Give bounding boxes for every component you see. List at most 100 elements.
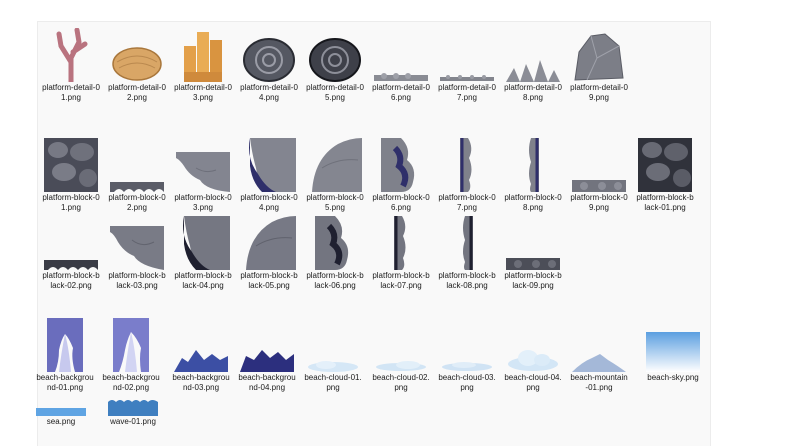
wave-icon (105, 392, 161, 416)
coral-icon (43, 28, 99, 82)
flat-edge-icon (571, 138, 627, 192)
file-item[interactable]: beach-backgrou nd-03.png (168, 318, 234, 393)
file-item[interactable]: beach-cloud-02. png (368, 318, 434, 393)
file-item[interactable]: beach-backgrou nd-01.png (32, 318, 98, 393)
black-curve-icon (241, 216, 297, 270)
file-name: platform-block-b lack-03.png (108, 271, 166, 290)
file-item[interactable]: platform-block-b lack-04.png (170, 216, 236, 291)
file-item[interactable]: platform-block-0 3.png (170, 138, 236, 213)
file-name: platform-block-b lack-07.png (372, 271, 430, 290)
file-name: platform-block-b lack-09.png (504, 271, 562, 290)
file-item[interactable]: beach-cloud-01. png (300, 318, 366, 393)
file-item[interactable]: platform-block-b lack-07.png (368, 216, 434, 291)
file-name: platform-block-0 8.png (504, 193, 562, 212)
file-item[interactable]: beach-mountain -01.png (566, 318, 632, 393)
black-flat-edge-icon (505, 216, 561, 270)
dark-shell-icon (307, 28, 363, 82)
file-item[interactable]: platform-block-0 9.png (566, 138, 632, 213)
file-item[interactable]: platform-detail-0 3.png (170, 28, 236, 103)
file-item[interactable]: platform-block-b lack-06.png (302, 216, 368, 291)
black-scalloped-icon (43, 216, 99, 270)
black-thin-edge-right-icon (439, 216, 495, 270)
file-name: beach-cloud-04. png (504, 373, 562, 392)
file-grid-view: platform-detail-0 1.png platform-detail-… (36, 22, 710, 446)
file-name: beach-cloud-02. png (372, 373, 430, 392)
cloud-3-icon (439, 318, 495, 372)
file-name: platform-detail-0 1.png (42, 83, 100, 102)
file-item[interactable]: platform-block-b lack-02.png (38, 216, 104, 291)
file-name: platform-block-0 7.png (438, 193, 496, 212)
file-item[interactable]: beach-backgrou nd-04.png (234, 318, 300, 393)
file-name: beach-backgrou nd-04.png (238, 373, 296, 392)
spikes-icon (505, 28, 561, 82)
dark-mountains-icon (239, 318, 295, 372)
thin-edge-right-icon (505, 138, 561, 192)
file-item[interactable]: platform-detail-0 8.png (500, 28, 566, 103)
file-item[interactable]: platform-block-b lack-08.png (434, 216, 500, 291)
file-item[interactable]: platform-block-b lack-03.png (104, 216, 170, 291)
pebble-line-icon (439, 28, 495, 82)
black-stone-block-icon (637, 138, 693, 192)
file-name: beach-backgrou nd-02.png (102, 373, 160, 392)
file-item[interactable]: beach-backgrou nd-02.png (98, 318, 164, 393)
file-item[interactable]: platform-detail-0 4.png (236, 28, 302, 103)
file-item[interactable]: beach-sky.png (640, 318, 706, 383)
file-item[interactable]: platform-detail-0 9.png (566, 28, 632, 103)
file-item[interactable]: beach-cloud-04. png (500, 318, 566, 393)
file-name: platform-detail-0 9.png (570, 83, 628, 102)
side-edge-icon (373, 138, 429, 192)
file-item[interactable]: platform-block-0 8.png (500, 138, 566, 213)
file-name: beach-cloud-03. png (438, 373, 496, 392)
black-side-icon (307, 216, 363, 270)
file-item[interactable]: platform-block-0 1.png (38, 138, 104, 213)
orange-coral-icon (175, 28, 231, 82)
file-name: platform-block-b lack-04.png (174, 271, 232, 290)
file-name: platform-block-b lack-05.png (240, 271, 298, 290)
black-corner-bottom-icon (175, 216, 231, 270)
stone-block-icon (43, 138, 99, 192)
black-thin-edge-icon (373, 216, 429, 270)
file-name: platform-block-0 9.png (570, 193, 628, 212)
corner-top-left-icon (175, 138, 231, 192)
file-item[interactable]: wave-01.png (100, 392, 166, 427)
cloud-4-icon (505, 318, 561, 372)
file-name: platform-block-b lack-06.png (306, 271, 364, 290)
file-item[interactable]: platform-block-b lack-09.png (500, 216, 566, 291)
file-item[interactable]: platform-block-0 2.png (104, 138, 170, 213)
file-item[interactable]: platform-detail-0 2.png (104, 28, 170, 103)
scalloped-edge-icon (109, 138, 165, 192)
file-name: platform-block-0 6.png (372, 193, 430, 212)
file-name: platform-block-0 1.png (42, 193, 100, 212)
file-item[interactable]: beach-cloud-03. png (434, 318, 500, 393)
file-name: beach-sky.png (647, 373, 699, 382)
blue-cliff-2-icon (103, 318, 159, 372)
file-item[interactable]: platform-block-b lack-05.png (236, 216, 302, 291)
cloud-icon (305, 318, 361, 372)
file-name: platform-block-b lack-02.png (42, 271, 100, 290)
file-name: platform-block-0 3.png (174, 193, 232, 212)
blue-mountains-icon (173, 318, 229, 372)
file-name: beach-cloud-01. png (304, 373, 362, 392)
file-item[interactable]: platform-block-b lack-01.png (632, 138, 698, 213)
file-item[interactable]: platform-detail-0 7.png (434, 28, 500, 103)
pebble-strip-icon (373, 28, 429, 82)
file-item[interactable]: platform-detail-0 1.png (38, 28, 104, 103)
file-name: beach-backgrou nd-01.png (36, 373, 94, 392)
file-name: platform-detail-0 3.png (174, 83, 232, 102)
file-item[interactable]: platform-block-0 7.png (434, 138, 500, 213)
file-item[interactable]: platform-block-0 5.png (302, 138, 368, 213)
file-item[interactable]: sea.png (28, 392, 94, 427)
file-item[interactable]: platform-detail-0 5.png (302, 28, 368, 103)
black-corner-icon (109, 216, 165, 270)
file-name: sea.png (46, 417, 76, 426)
cloud-2-icon (373, 318, 429, 372)
file-name: platform-block-0 5.png (306, 193, 364, 212)
file-name: beach-mountain -01.png (570, 373, 628, 392)
file-item[interactable]: platform-detail-0 6.png (368, 28, 434, 103)
file-name: platform-detail-0 5.png (306, 83, 364, 102)
file-item[interactable]: platform-block-0 4.png (236, 138, 302, 213)
file-name: platform-block-0 2.png (108, 193, 166, 212)
file-name: platform-detail-0 6.png (372, 83, 430, 102)
file-item[interactable]: platform-block-0 6.png (368, 138, 434, 213)
blue-cliff-icon (37, 318, 93, 372)
